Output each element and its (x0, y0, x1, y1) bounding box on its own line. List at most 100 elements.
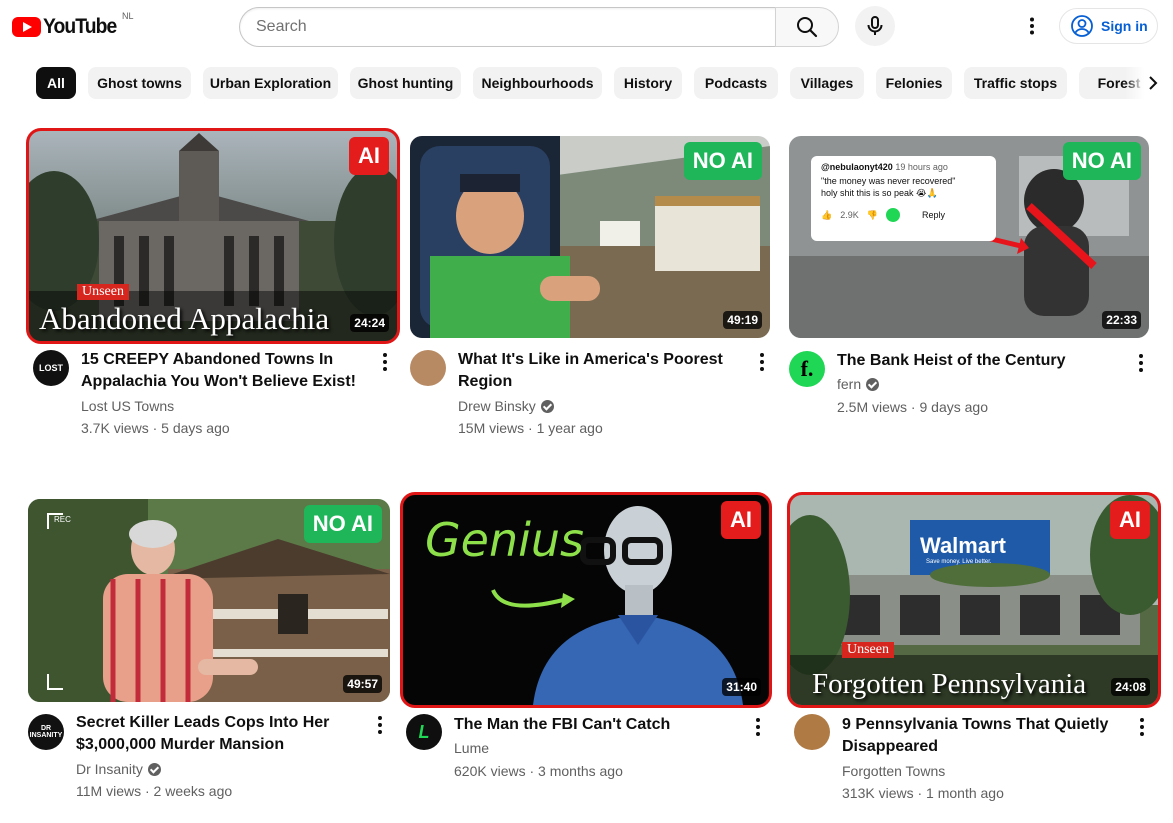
video-card[interactable]: Unseen Abandoned Appalachia AI 24:24 LOS… (26, 128, 400, 451)
video-menu-button[interactable] (746, 715, 770, 739)
video-duration: 49:19 (723, 311, 762, 329)
country-code: NL (122, 11, 134, 21)
ai-badge: AI (1110, 501, 1150, 539)
ai-badge: AI (721, 501, 761, 539)
chip-villages[interactable]: Villages (790, 67, 864, 99)
chip-neighbourhoods[interactable]: Neighbourhoods (473, 67, 602, 99)
video-metadata: 2.5M views · 9 days ago (837, 399, 988, 415)
chevron-right-icon (1149, 76, 1158, 90)
video-menu-button[interactable] (1129, 351, 1153, 375)
chip-podcasts[interactable]: Podcasts (694, 67, 778, 99)
store-tagline: Save money. Live better. (926, 559, 992, 565)
chip-history[interactable]: History (614, 67, 682, 99)
comment-line: holy shit this is so peak 😭🙏 (821, 188, 938, 198)
chip-ghost-hunting[interactable]: Ghost hunting (350, 67, 461, 99)
video-card[interactable]: Genius AI 31:40 L The Man the FBI Can't … (400, 492, 772, 805)
upload-age: 1 year ago (536, 420, 603, 436)
rec-label: REC (54, 515, 71, 524)
ai-badge: AI (349, 137, 389, 175)
store-sign: Walmart (920, 533, 1006, 558)
thumbnail-overlay-title: Forgotten Pennsylvania (812, 668, 1087, 700)
video-thumbnail[interactable]: Genius AI 31:40 (400, 492, 772, 708)
search-input[interactable] (240, 8, 776, 46)
verified-icon (866, 377, 880, 391)
more-vertical-icon (1030, 17, 1034, 35)
search-button[interactable] (775, 7, 839, 47)
channel-name[interactable]: fern (837, 376, 880, 392)
video-card[interactable]: Walmart Save money. Live better. Unseen … (787, 492, 1161, 805)
video-metadata: 11M views · 2 weeks ago (76, 783, 233, 799)
account-icon (1071, 15, 1093, 37)
view-count: 620K views (454, 763, 526, 779)
youtube-play-icon (12, 17, 41, 37)
chip-traffic-stops[interactable]: Traffic stops (964, 67, 1067, 99)
logo-wordmark: YouTube (43, 15, 117, 38)
channel-name[interactable]: Forgotten Towns (842, 763, 945, 779)
video-title-line: The Bank Heist of the Century (837, 352, 1066, 369)
no-ai-badge: NO AI (303, 505, 382, 543)
channel-name[interactable]: Drew Binsky (458, 398, 554, 414)
upload-age: 5 days ago (161, 420, 230, 436)
video-card[interactable]: NO AI 49:19 What It's Like in America's … (410, 136, 770, 456)
youtube-logo[interactable]: YouTube NL (12, 11, 134, 39)
channel-name[interactable]: Lume (454, 740, 489, 756)
channel-name-text: Dr Insanity (76, 761, 143, 777)
video-menu-button[interactable] (750, 350, 774, 374)
upload-age: 3 months ago (538, 763, 623, 779)
chip-scroll-right-button[interactable] (1125, 67, 1173, 99)
video-card[interactable]: REC NO AI 49:57 DR INSANITY Secret Kille… (28, 499, 392, 809)
chip-all[interactable]: All (36, 67, 76, 99)
channel-avatar[interactable]: L (406, 714, 442, 750)
masthead: YouTube NL Sign in (0, 0, 1173, 56)
view-count: 3.7K views (81, 420, 149, 436)
video-thumbnail[interactable]: @nebulaonyt420 19 hours ago "the money w… (789, 136, 1149, 338)
video-card[interactable]: @nebulaonyt420 19 hours ago "the money w… (789, 136, 1151, 456)
video-duration: 49:57 (343, 675, 382, 693)
verified-icon (540, 399, 554, 413)
view-count: 11M views (76, 783, 142, 799)
video-title-line: Region (458, 373, 513, 390)
comment-line: "the money was never recovered" (821, 176, 956, 186)
chip-ghost-towns[interactable]: Ghost towns (88, 67, 191, 99)
channel-avatar[interactable]: LOST (33, 350, 69, 386)
video-title[interactable]: The Man the FBI Can't Catch (454, 714, 744, 736)
video-title-line: Appalachia You Won't Believe Exist! (81, 373, 356, 390)
comment-time: 19 hours ago (895, 162, 948, 172)
video-duration: 22:33 (1102, 311, 1141, 329)
video-thumbnail[interactable]: Unseen Abandoned Appalachia AI 24:24 (26, 128, 400, 344)
channel-name-text: fern (837, 376, 862, 392)
voice-search-button[interactable] (855, 6, 895, 46)
view-count: 2.5M views (837, 399, 908, 415)
video-title-line: What It's Like in America's Poorest (458, 351, 723, 368)
comment-card: @nebulaonyt420 19 hours ago "the money w… (821, 162, 955, 222)
view-count: 15M views (458, 420, 525, 436)
comment-likes: 2.9K (840, 210, 859, 220)
video-title[interactable]: Secret Killer Leads Cops Into Her $3,000… (76, 712, 366, 756)
channel-avatar[interactable]: DR INSANITY (28, 714, 64, 750)
chip-felonies[interactable]: Felonies (876, 67, 952, 99)
video-thumbnail[interactable]: REC NO AI 49:57 (28, 499, 390, 702)
channel-name[interactable]: Dr Insanity (76, 761, 161, 777)
settings-menu-button[interactable] (1014, 8, 1050, 44)
video-title[interactable]: 9 Pennsylvania Towns That Quietly Disapp… (842, 714, 1132, 758)
channel-name[interactable]: Lost US Towns (81, 398, 174, 414)
video-title[interactable]: 15 CREEPY Abandoned Towns In Appalachia … (81, 349, 371, 393)
avatar-text: L (418, 721, 430, 742)
sign-in-button[interactable]: Sign in (1059, 8, 1158, 44)
video-menu-button[interactable] (368, 713, 392, 737)
channel-avatar[interactable]: f. (789, 351, 825, 387)
video-title[interactable]: What It's Like in America's Poorest Regi… (458, 349, 748, 393)
microphone-icon (867, 16, 883, 35)
video-duration: 31:40 (722, 678, 761, 696)
video-menu-button[interactable] (1130, 715, 1154, 739)
no-ai-badge: NO AI (683, 142, 762, 180)
video-title[interactable]: The Bank Heist of the Century (837, 350, 1127, 372)
avatar-text: DR INSANITY (29, 725, 63, 739)
video-thumbnail[interactable]: Walmart Save money. Live better. Unseen … (787, 492, 1161, 708)
video-menu-button[interactable] (373, 350, 397, 374)
video-thumbnail[interactable]: NO AI 49:19 (410, 136, 770, 338)
channel-avatar[interactable] (410, 350, 446, 386)
chip-urban-exploration[interactable]: Urban Exploration (203, 67, 338, 99)
channel-avatar[interactable] (794, 714, 830, 750)
thumbnail-tag: Unseen (77, 284, 129, 300)
